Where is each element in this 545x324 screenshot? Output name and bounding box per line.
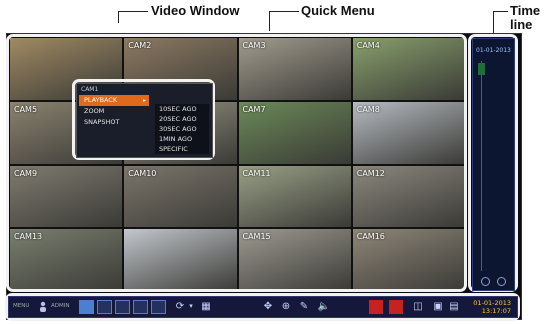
hdd-icon[interactable]: ▣ xyxy=(431,300,445,314)
layout-quad-button[interactable] xyxy=(97,300,112,314)
layout-single-button[interactable] xyxy=(79,300,94,314)
layout-9-button[interactable] xyxy=(133,300,148,314)
timeline-leader-h xyxy=(493,11,508,12)
submenu-item-specific[interactable]: SPECIFIC xyxy=(155,144,209,154)
callout-timeline: Time line xyxy=(510,3,541,32)
timeline-date: 01-01-2013 xyxy=(476,47,511,54)
clock-time: 13:17:07 xyxy=(481,307,511,315)
record-button[interactable] xyxy=(369,300,383,314)
video-window-leader-v xyxy=(118,11,119,23)
menu-item-zoom[interactable]: ZOOM xyxy=(79,106,149,117)
layout-16-button[interactable] xyxy=(151,300,166,314)
timeline-track[interactable] xyxy=(481,61,482,271)
quick-menu: CAM1 PLAYBACK ▸ ZOOM SNAPSHOT 10SEC AGO … xyxy=(76,83,213,158)
timeline-recording-marker xyxy=(478,63,485,75)
timeline-zoom-icon[interactable] xyxy=(497,277,506,286)
video-window-leader-h xyxy=(118,11,148,12)
quick-menu-list: PLAYBACK ▸ ZOOM SNAPSHOT xyxy=(79,95,149,128)
quick-menu-leader-h xyxy=(269,11,299,12)
submenu-item-1min[interactable]: 1MIN AGO xyxy=(155,134,209,144)
menu-item-label: SNAPSHOT xyxy=(84,118,120,126)
submenu-item-10sec[interactable]: 10SEC AGO xyxy=(155,104,209,114)
backup-icon[interactable]: ◫ xyxy=(411,300,425,314)
quick-menu-title: CAM1 xyxy=(81,86,99,93)
sequence-icon[interactable]: ⟳ xyxy=(173,300,187,314)
dropdown-arrow-icon[interactable]: ▾ xyxy=(187,300,195,314)
clock: 01-01-2013 13:17:07 xyxy=(473,299,511,315)
submenu-item-30sec[interactable]: 30SEC AGO xyxy=(155,124,209,134)
ptz-icon[interactable]: ✥ xyxy=(261,300,275,314)
submenu-item-20sec[interactable]: 20SEC AGO xyxy=(155,114,209,124)
menu-item-label: PLAYBACK xyxy=(84,96,118,104)
zoom-in-icon[interactable]: ⊕ xyxy=(279,300,293,314)
menu-item-label: ZOOM xyxy=(84,107,105,115)
menu-button[interactable]: MENU xyxy=(13,303,29,309)
callout-quick-menu: Quick Menu xyxy=(301,3,375,18)
callout-video-window: Video Window xyxy=(151,3,240,18)
network-icon[interactable]: ▤ xyxy=(447,300,461,314)
user-icon xyxy=(39,300,47,314)
video-window-frame xyxy=(6,34,467,292)
layout-6-button[interactable] xyxy=(115,300,130,314)
user-name: ADMIN xyxy=(51,303,70,309)
timeline-settings-icon[interactable] xyxy=(481,277,490,286)
quick-menu-leader-v xyxy=(269,11,270,31)
timeline-panel[interactable]: 01-01-2013 xyxy=(472,38,515,291)
freeze-icon[interactable]: ▦ xyxy=(199,300,213,314)
chevron-right-icon: ▸ xyxy=(142,97,146,104)
menu-item-playback[interactable]: PLAYBACK ▸ xyxy=(79,95,149,106)
clock-date: 01-01-2013 xyxy=(473,299,511,307)
bottom-toolbar: MENU ADMIN ⟳ ▾ ▦ ✥ ⊕ ✎ 🔈 ◫ ▣ ▤ 01-01-201… xyxy=(8,296,518,318)
playback-submenu: 10SEC AGO 20SEC AGO 30SEC AGO 1MIN AGO S… xyxy=(155,104,209,154)
timeline-leader-v xyxy=(493,11,494,33)
alarm-button[interactable] xyxy=(389,300,403,314)
edit-icon[interactable]: ✎ xyxy=(297,300,311,314)
menu-item-snapshot[interactable]: SNAPSHOT xyxy=(79,117,149,128)
audio-icon[interactable]: 🔈 xyxy=(317,300,331,314)
